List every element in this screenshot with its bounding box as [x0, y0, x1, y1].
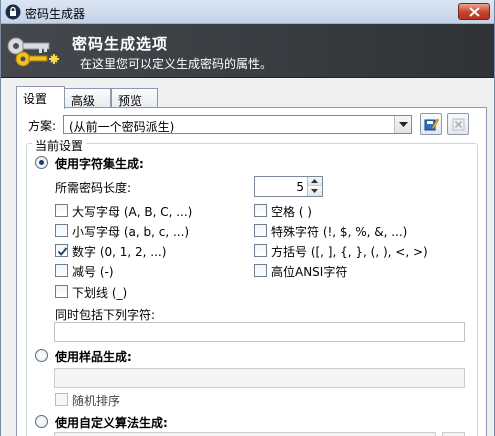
space-checkbox[interactable]	[254, 204, 267, 217]
banner-heading: 密码生成选项	[72, 35, 169, 53]
special-checkbox[interactable]	[254, 224, 267, 237]
decrement-button[interactable]	[308, 187, 322, 196]
underline-checkbox[interactable]	[55, 285, 68, 298]
charset-radio-label: 使用字符集生成:	[55, 157, 144, 171]
increment-button[interactable]	[308, 177, 322, 186]
length-stepper[interactable]: 5	[254, 176, 323, 197]
custom-radio[interactable]	[35, 415, 48, 428]
chevron-up-icon	[311, 179, 318, 183]
charset-radio[interactable]	[35, 156, 48, 169]
banner-subheading: 在这里您可以定义生成密码的属性。	[80, 57, 273, 71]
close-button[interactable]	[458, 3, 490, 20]
brackets-label: 方括号 ([, ], {, }, (, ), <, >)	[271, 245, 428, 259]
high-ansi-checkbox[interactable]	[254, 264, 267, 277]
pattern-radio[interactable]	[35, 349, 48, 362]
space-label: 空格 ( )	[271, 205, 312, 219]
current-settings-title: 当前设置	[32, 137, 87, 154]
underline-label: 下划线 (_)	[72, 286, 128, 300]
pattern-radio-label: 使用样品生成:	[55, 350, 132, 364]
lowercase-label: 小写字母 (a, b, c, ...)	[72, 225, 190, 239]
stepper-buttons	[307, 177, 322, 196]
profile-selected-value: (从前一个密码派生)	[69, 120, 175, 134]
tab-preview[interactable]: 预览	[111, 88, 158, 108]
digits-label: 数字 (0, 1, 2, ...)	[72, 245, 167, 259]
include-chars-input[interactable]	[54, 322, 465, 342]
delete-profile-button[interactable]	[447, 113, 469, 135]
custom-algorithm-select[interactable]	[54, 432, 436, 436]
checkmark-icon	[57, 247, 68, 256]
uppercase-label: 大写字母 (A, B, C, ...)	[72, 205, 193, 219]
length-label: 所需密码长度:	[55, 181, 132, 195]
title-bar: 密码生成器	[1, 0, 494, 24]
digits-checkbox[interactable]	[55, 244, 68, 257]
keys-icon	[5, 32, 63, 75]
shuffle-label: 随机排序	[72, 394, 121, 408]
close-icon	[469, 7, 480, 17]
save-profile-icon	[424, 118, 439, 131]
window-title: 密码生成器	[25, 7, 86, 21]
minus-checkbox[interactable]	[55, 264, 68, 277]
high-ansi-label: 高位ANSI字符	[271, 265, 348, 279]
tab-settings[interactable]: 设置	[16, 86, 65, 109]
profile-select[interactable]: (从前一个密码派生)	[63, 115, 412, 134]
length-value: 5	[296, 180, 304, 194]
special-label: 特殊字符 (!, $, %, &, ...)	[271, 225, 408, 239]
include-chars-label: 同时包括下列字符:	[55, 308, 156, 322]
shuffle-checkbox[interactable]	[55, 393, 68, 406]
header-banner: 密码生成选项 在这里您可以定义生成密码的属性。	[1, 24, 494, 78]
custom-algorithm-options-button[interactable]	[442, 432, 465, 436]
delete-icon	[452, 118, 465, 131]
pattern-input[interactable]	[54, 368, 465, 388]
chevron-down-icon[interactable]	[394, 116, 411, 133]
brackets-checkbox[interactable]	[254, 244, 267, 257]
uppercase-checkbox[interactable]	[55, 204, 68, 217]
profile-label: 方案:	[28, 119, 57, 133]
custom-radio-label: 使用自定义算法生成:	[55, 416, 168, 430]
minus-label: 减号 (-)	[72, 265, 114, 279]
lowercase-checkbox[interactable]	[55, 224, 68, 237]
password-generator-window: 密码生成器 密码生成选项 在这里您可以定义生成密码的属性。 设置 高级 预览 方…	[0, 0, 495, 436]
lock-icon	[5, 4, 21, 20]
chevron-down-icon	[311, 189, 318, 193]
save-profile-button[interactable]	[420, 113, 442, 135]
tab-advanced[interactable]: 高级	[64, 88, 111, 108]
